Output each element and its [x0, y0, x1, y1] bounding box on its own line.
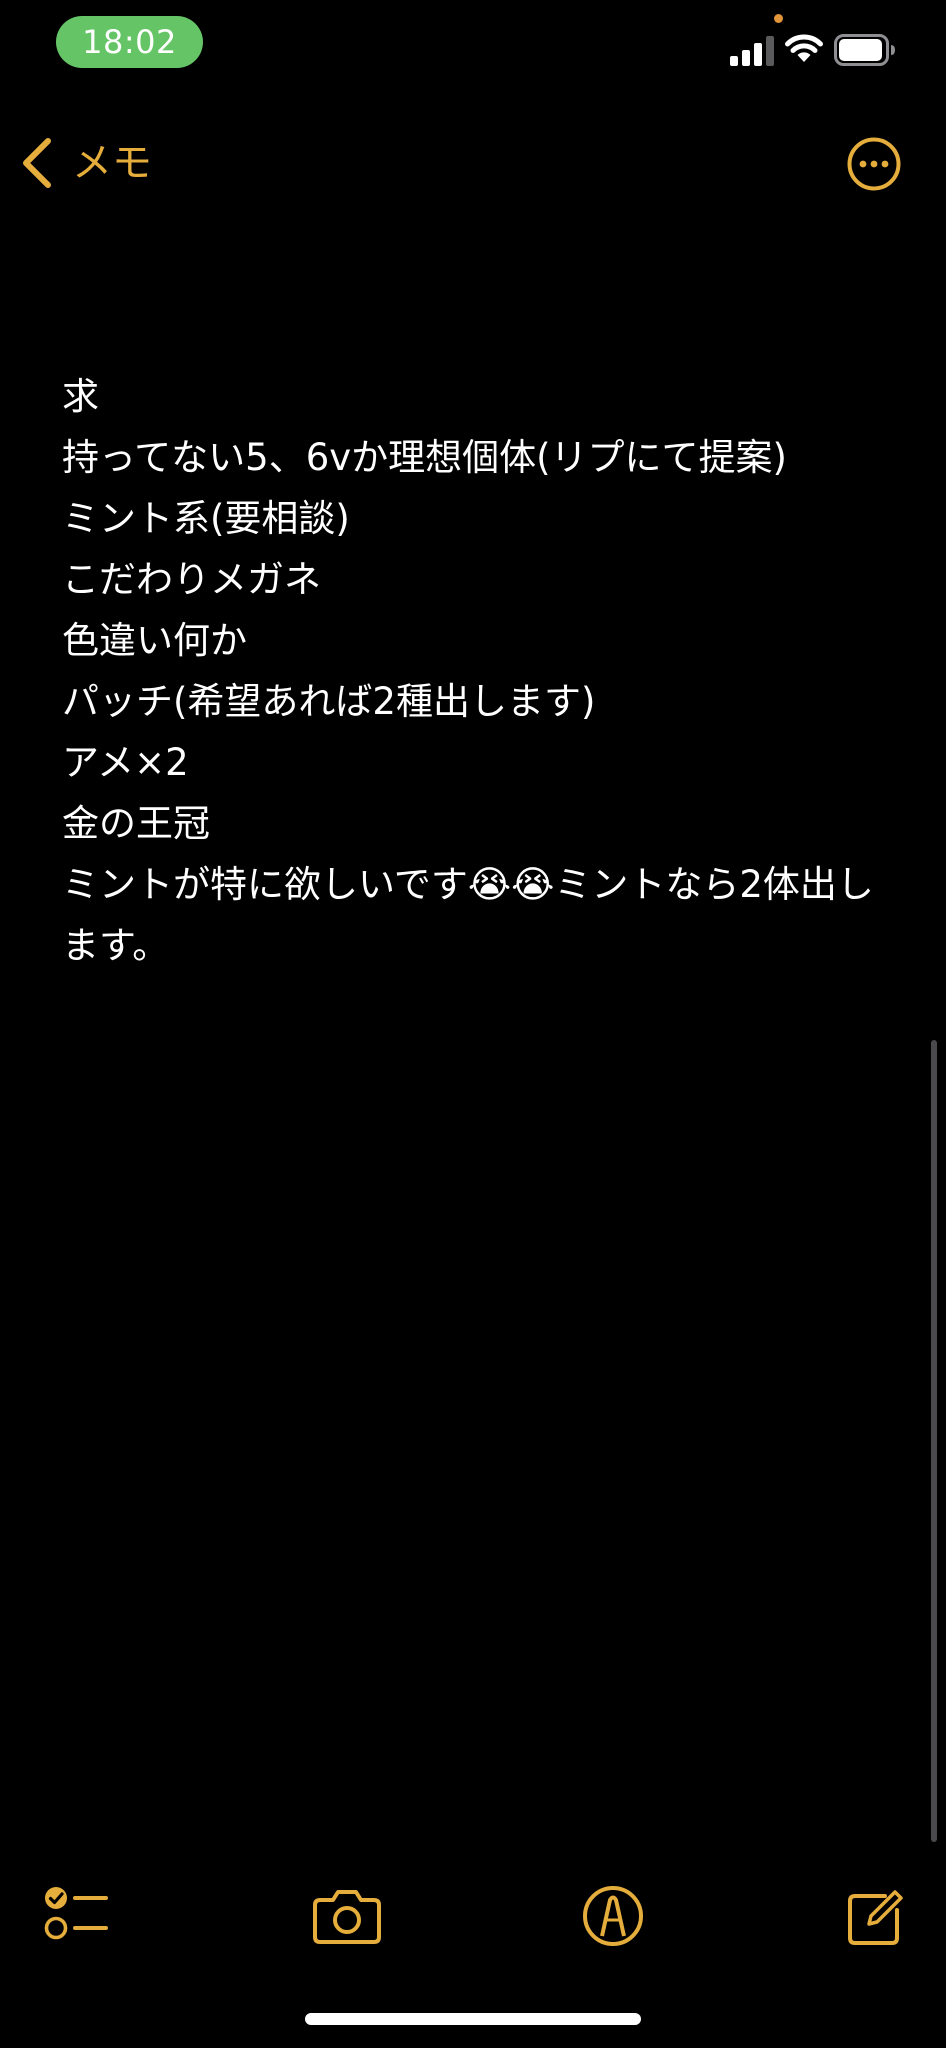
checklist-button[interactable] — [42, 1884, 114, 1948]
note-body[interactable]: 求 持ってない5、6vか理想個体(リプにて提案) ミント系(要相談) こだわりメ… — [62, 366, 882, 976]
battery-icon — [834, 34, 895, 66]
note-line: アメ×2 — [62, 741, 189, 784]
ellipsis-circle-icon — [847, 137, 901, 191]
privacy-indicator-dot — [774, 14, 783, 23]
note-line: 金の王冠 — [62, 802, 210, 845]
scroll-indicator[interactable] — [931, 1040, 937, 1842]
note-line: 持ってない5、6vか理想個体(リプにて提案) — [62, 436, 787, 479]
note-line: パッチ(希望あれば2種出します) — [62, 680, 596, 723]
note-line-heading: 求 — [62, 375, 99, 418]
note-line: ミントが特に欲しいです😭😭ミントなら2体出します。 — [62, 863, 874, 967]
wifi-icon — [785, 34, 823, 62]
markup-pen-icon — [583, 1886, 643, 1946]
checklist-icon — [44, 1887, 108, 1940]
note-line: ミント系(要相談) — [62, 497, 350, 540]
compose-button[interactable] — [845, 1884, 903, 1948]
camera-button[interactable] — [310, 1884, 384, 1948]
chevron-left-icon — [23, 138, 51, 188]
compose-icon — [848, 1890, 903, 1945]
camera-icon — [313, 1890, 381, 1944]
markup-button[interactable] — [581, 1884, 645, 1948]
cellular-signal-icon — [730, 36, 774, 66]
home-indicator[interactable] — [305, 2013, 641, 2025]
back-button[interactable]: メモ — [20, 132, 152, 194]
note-line: こだわりメガネ — [62, 558, 321, 601]
note-line: 色違い何か — [62, 619, 247, 662]
back-label: メモ — [72, 140, 152, 186]
status-time: 18:02 — [56, 16, 203, 68]
more-options-button[interactable] — [847, 137, 901, 191]
